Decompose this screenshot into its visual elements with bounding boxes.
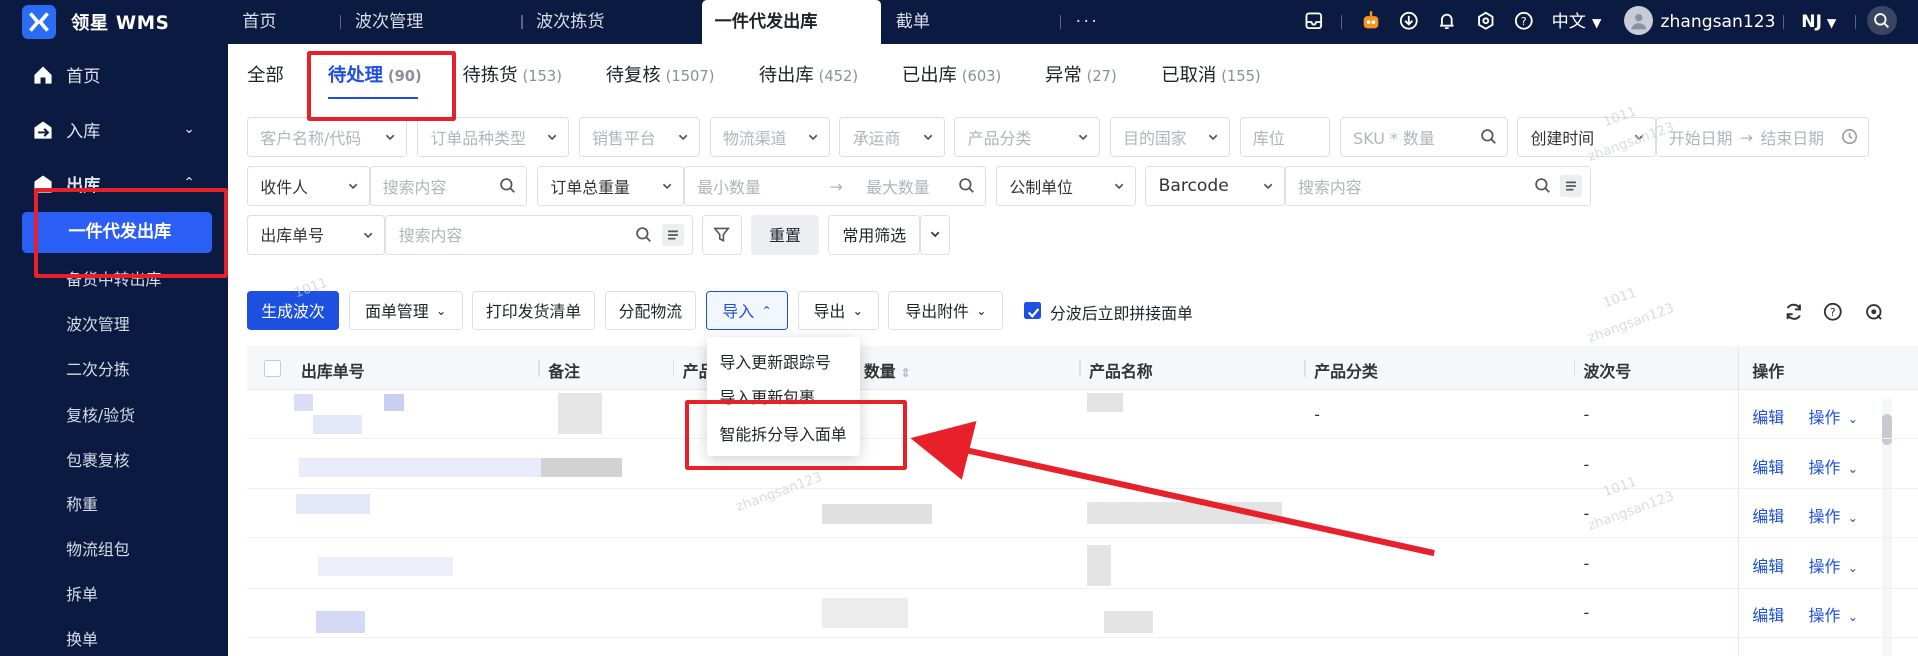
annotation-arrow — [910, 420, 1435, 557]
